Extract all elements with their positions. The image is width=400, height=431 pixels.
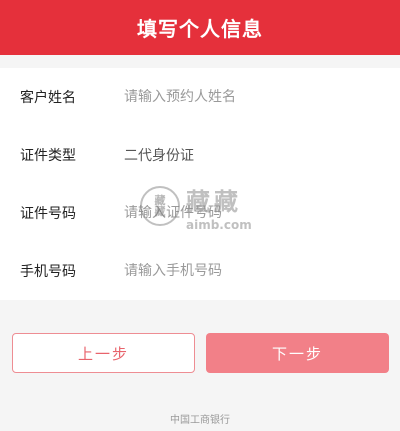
page-title: 填写个人信息	[137, 17, 263, 41]
id-type-value[interactable]: 二代身份证	[124, 145, 194, 165]
id-number-label: 证件号码	[20, 206, 76, 222]
id-type-row[interactable]: 证件类型 二代身份证	[0, 126, 400, 184]
id-number-row: 证件号码	[0, 184, 400, 242]
customer-name-row: 客户姓名	[0, 68, 400, 126]
phone-number-row: 手机号码	[0, 242, 400, 300]
id-number-input[interactable]	[124, 205, 374, 221]
id-type-label: 证件类型	[20, 148, 76, 164]
phone-number-label: 手机号码	[20, 264, 76, 280]
next-step-button[interactable]: 下一步	[206, 333, 389, 373]
customer-name-input[interactable]	[124, 89, 374, 105]
footer-bank-name: 中国工商银行	[170, 415, 230, 426]
phone-number-input[interactable]	[124, 263, 374, 279]
previous-step-button[interactable]: 上一步	[12, 333, 195, 373]
customer-name-label: 客户姓名	[20, 90, 76, 106]
personal-info-form: 客户姓名 证件类型 二代身份证 证件号码 手机号码	[0, 68, 400, 300]
page-header: 填写个人信息	[0, 0, 400, 55]
page: 填写个人信息 客户姓名 证件类型 二代身份证 证件号码 手机号码 藏藏 藏藏 a…	[0, 0, 400, 431]
